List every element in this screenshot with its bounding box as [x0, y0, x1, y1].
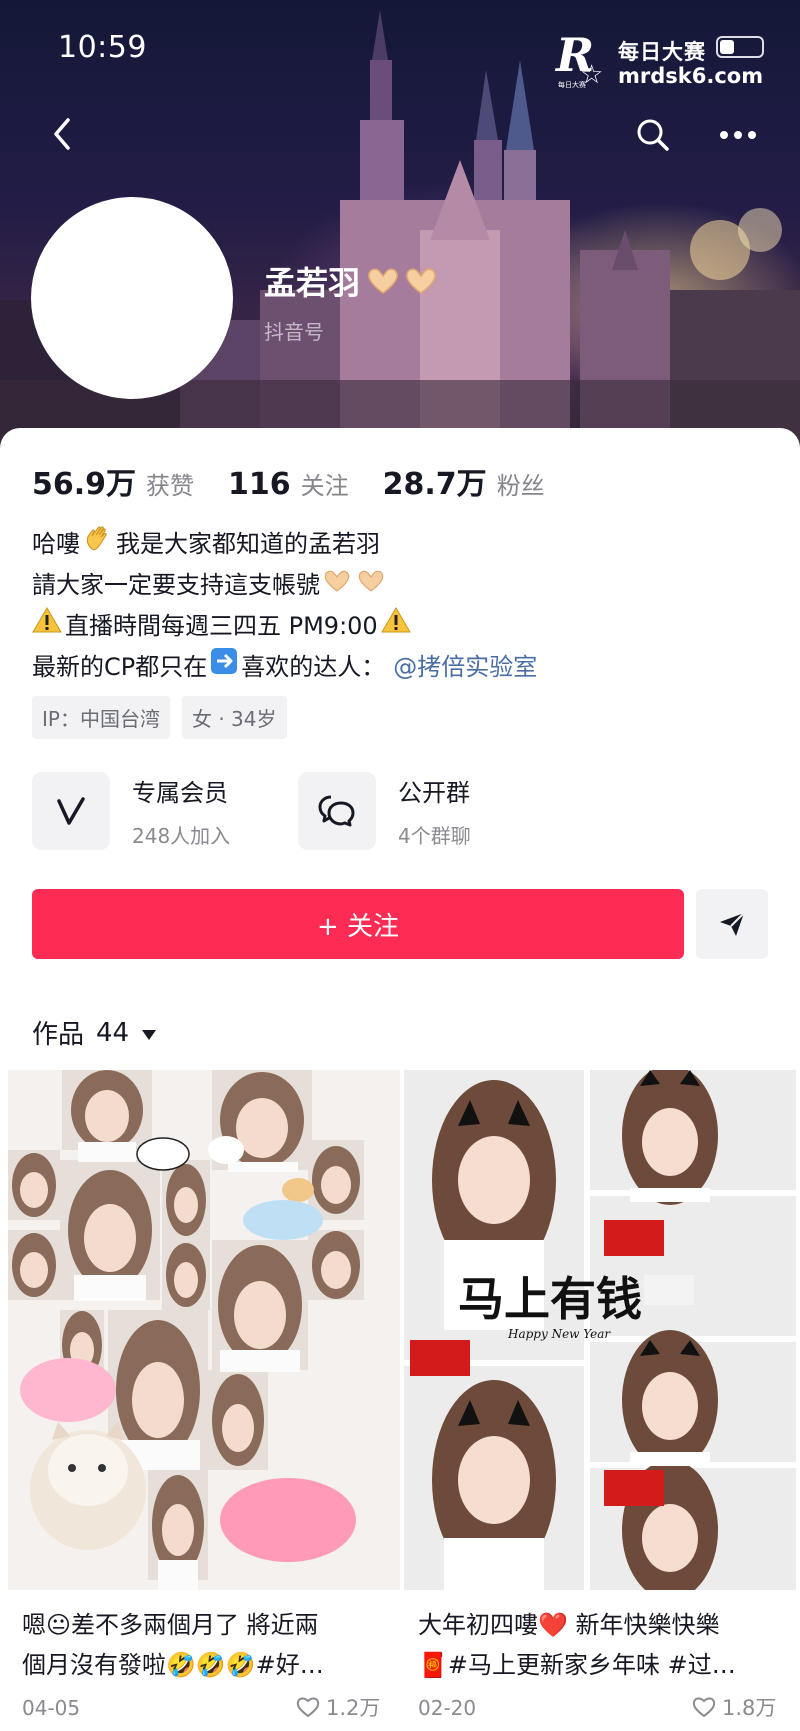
watermark-small-text: 每日大赛 [558, 81, 586, 89]
douyin-id-label[interactable]: 抖音号 [264, 316, 324, 345]
stat-label: 关注 [300, 472, 349, 500]
bio-text: 哈嘍 [32, 530, 80, 558]
bio-line-4: 最新的CP都只在 喜欢的达人： @拷倍实验室 [32, 647, 537, 688]
bio-text: 最新的CP都只在 [32, 653, 208, 681]
video-title-line: 個月沒有發啦🤣🤣🤣#好… [22, 1651, 324, 1679]
stat-value: 116 [228, 467, 291, 502]
stat-followers[interactable]: 28.7万 粉丝 [383, 459, 545, 503]
bio-line-2: 請大家一定要支持這支帳號 [32, 565, 537, 606]
stat-likes[interactable]: 56.9万 获赞 [32, 459, 194, 503]
feature-title: 专属会员 [132, 779, 228, 807]
follow-button[interactable]: + 关注 [32, 889, 684, 959]
bio-line-1: 哈嘍 我是大家都知道的孟若羽 [32, 524, 537, 565]
works-label: 作品 [32, 1020, 85, 1050]
video-date: 02-20 [418, 1696, 477, 1720]
back-chevron-icon[interactable] [44, 116, 80, 152]
avatar[interactable] [31, 197, 233, 399]
tag-ip: IP：中国台湾 [32, 696, 170, 739]
bio-text: 喜欢的达人： [241, 653, 386, 681]
battery-level [720, 40, 734, 54]
caret-down-icon [141, 1018, 157, 1048]
stat-value: 28.7万 [382, 467, 487, 502]
stat-label: 获赞 [146, 472, 195, 500]
nickname: 孟若羽 [264, 258, 438, 304]
status-time: 10:59 [58, 30, 147, 65]
warning-icon [380, 606, 411, 647]
stat-value: 56.9万 [32, 467, 137, 502]
sticker-text: Happy New Year [507, 1327, 611, 1341]
heart-hands-icon [366, 267, 438, 295]
profile-tags: IP：中国台湾 女 · 34岁 [32, 696, 287, 739]
more-icon[interactable] [716, 118, 760, 152]
video-likes-count: 1.8万 [722, 1696, 777, 1720]
video-thumbnail[interactable]: 马上有钱 Happy New Year [404, 1070, 796, 1590]
heart-hands-icon [323, 565, 351, 606]
collage-image: 马上有钱 Happy New Year [404, 1070, 796, 1590]
battery-icon [716, 36, 764, 58]
video-likes-count: 1.2万 [326, 1696, 381, 1720]
bio-line-3: 直播時間每週三四五 PM9:00 [32, 606, 537, 647]
video-date: 04-05 [22, 1696, 81, 1720]
vip-membership-entry[interactable]: 专属会员 248人加入 [32, 772, 230, 850]
sticker-text: 马上有钱 [458, 1272, 642, 1326]
video-title-line: 大年初四嘍❤️ 新年快樂快樂 [418, 1611, 720, 1639]
vip-v-icon [32, 772, 110, 850]
feature-subtitle: 4个群聊 [398, 824, 471, 848]
video-title[interactable]: 嗯😐差不多兩個月了 將近兩 個月沒有發啦🤣🤣🤣#好… [22, 1605, 392, 1685]
bio-text: 直播時間每週三四五 PM9:00 [65, 612, 378, 640]
video-title-line: 嗯😐差不多兩個月了 將近兩 [22, 1611, 319, 1639]
group-chat-icon [298, 772, 376, 850]
bio: 哈嘍 我是大家都知道的孟若羽 請大家一定要支持這支帳號 直播時間每週三四五 PM… [32, 524, 537, 688]
heart-outline-icon [296, 1697, 320, 1718]
public-group-entry[interactable]: 公开群 4个群聊 [298, 772, 471, 850]
mention-link[interactable]: @拷倍实验室 [393, 647, 537, 688]
collage-image [8, 1070, 364, 1590]
warning-icon [32, 606, 62, 647]
feature-title: 公开群 [398, 779, 470, 807]
feature-subtitle: 248人加入 [132, 824, 231, 848]
tag-gender-age: 女 · 34岁 [181, 696, 287, 739]
video-likes[interactable]: 1.8万 [692, 1692, 776, 1722]
right-arrow-icon [210, 647, 238, 688]
share-icon[interactable] [696, 889, 768, 959]
watermark-url: mrdsk6.com [618, 64, 764, 88]
video-thumbnail[interactable] [8, 1070, 400, 1590]
heart-outline-icon [692, 1697, 716, 1718]
works-tab[interactable]: 作品 44 [32, 1014, 157, 1051]
video-title-line: 🧧#马上更新家乡年味 #过… [418, 1651, 736, 1679]
profile-cover: 10:59 R ☆ 每日大赛 每日大赛 mrdsk6.com 孟若羽 抖音号 [0, 0, 800, 450]
waving-hand-icon [83, 523, 113, 566]
watermark-name: 每日大赛 [618, 40, 706, 64]
stat-label: 粉丝 [496, 472, 545, 500]
nickname-text: 孟若羽 [264, 264, 361, 302]
search-icon[interactable] [636, 118, 670, 152]
works-count: 44 [96, 1017, 130, 1048]
video-title[interactable]: 大年初四嘍❤️ 新年快樂快樂 🧧#马上更新家乡年味 #过… [418, 1605, 788, 1685]
stat-following[interactable]: 116 关注 [228, 466, 349, 502]
bio-text: 我是大家都知道的孟若羽 [116, 530, 380, 558]
bio-text: 請大家一定要支持這支帳號 [32, 571, 320, 599]
heart-hands-icon [357, 565, 385, 606]
video-likes[interactable]: 1.2万 [296, 1692, 380, 1722]
profile-stats: 56.9万 获赞 116 关注 28.7万 粉丝 [32, 459, 579, 503]
